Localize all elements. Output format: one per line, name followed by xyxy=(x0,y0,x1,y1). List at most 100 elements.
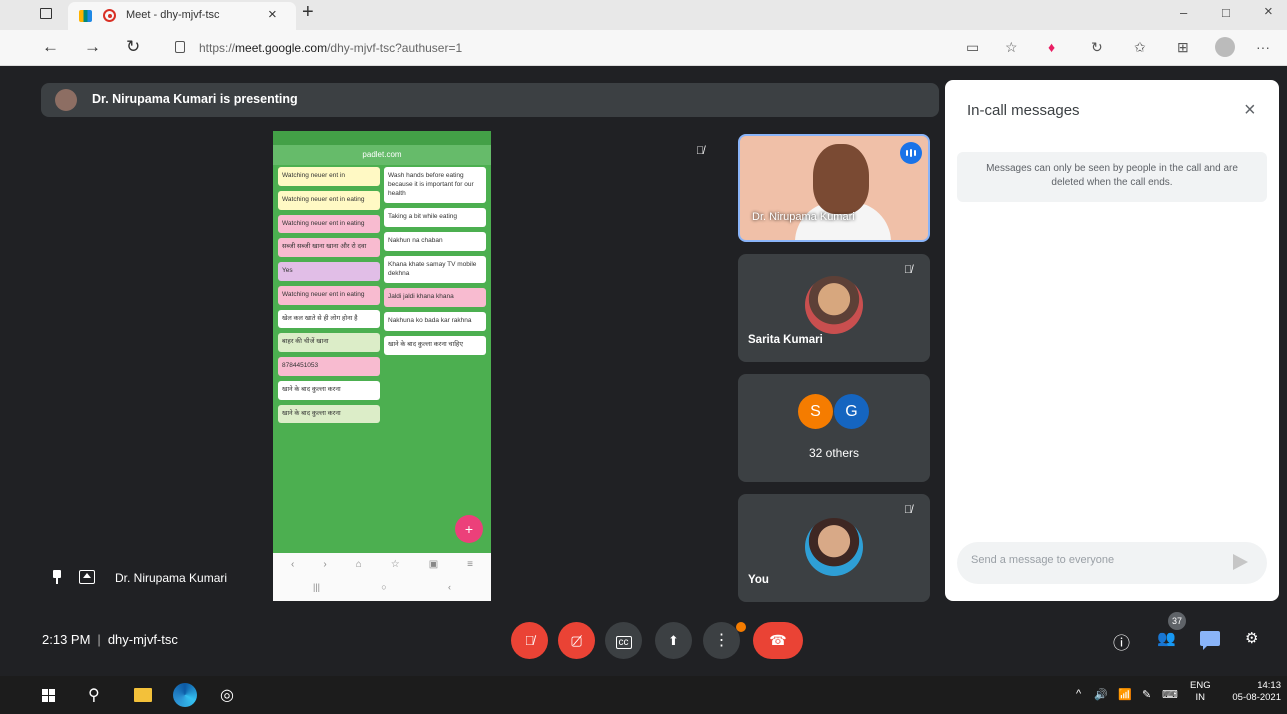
avatar xyxy=(805,518,863,576)
phone-status-bar xyxy=(273,131,491,145)
volume-icon[interactable]: 🔊 xyxy=(1094,688,1108,701)
back-button[interactable]: ← xyxy=(42,37,59,57)
file-explorer-icon[interactable] xyxy=(134,688,152,702)
notification-dot xyxy=(736,622,746,632)
meeting-code: dhy-mjvf-tsc xyxy=(107,632,178,647)
padlet-card: Khana khate samay TV mobile dekhna xyxy=(384,255,486,284)
profile-avatar[interactable] xyxy=(1215,37,1235,57)
shared-screen: padlet.com Watching neuer ent in Watching… xyxy=(273,131,491,601)
refresh-extension-icon[interactable]: ↻ xyxy=(1091,39,1103,56)
phone-forward-icon: › xyxy=(323,559,327,570)
captions-button[interactable]: cc xyxy=(605,622,642,659)
network-icon[interactable]: 📶 xyxy=(1118,688,1132,701)
padlet-column-1: Watching neuer ent in Watching neuer ent … xyxy=(278,167,380,428)
extension-icon[interactable]: ♦ xyxy=(1048,39,1055,55)
participant-tile-sarita[interactable]: 🎙̸ Sarita Kumari xyxy=(738,254,930,362)
phone-back-nav-icon: ‹ xyxy=(447,582,451,592)
avatar: G xyxy=(834,394,869,429)
message-input[interactable] xyxy=(971,554,1211,566)
windows-start-icon[interactable] xyxy=(42,689,55,702)
forward-button[interactable]: → xyxy=(84,37,101,57)
tray-chevron-icon[interactable]: ^ xyxy=(1076,688,1081,700)
tab-meet[interactable]: Meet - dhy-mjvf-tsc × xyxy=(68,2,296,30)
close-panel-button[interactable]: × xyxy=(1244,99,1256,122)
padlet-card: खाने के बाद कुल्ला करना चाहिए xyxy=(384,335,486,355)
windows-taskbar: ⚲ ◎ ^ 🔊 📶 ✎ ⌨ ENG IN 14:13 05-08-2021 xyxy=(0,676,1287,714)
avatar xyxy=(805,276,863,334)
favorites-icon[interactable]: ✩ xyxy=(1134,39,1146,56)
padlet-column-2: Wash hands before eating because it is i… xyxy=(384,167,486,360)
present-icon xyxy=(79,570,95,584)
participant-tile-self[interactable]: 🎙̸ You xyxy=(738,494,930,602)
reader-view-icon[interactable]: ▭ xyxy=(966,39,979,56)
leave-call-button[interactable]: ☎ xyxy=(753,622,803,659)
chat-button[interactable] xyxy=(1200,631,1220,650)
camera-toggle-button[interactable]: ▢̸ xyxy=(558,622,595,659)
meeting-details: 2:13 PM | dhy-mjvf-tsc xyxy=(42,632,178,647)
tab-actions-icon[interactable] xyxy=(40,8,52,19)
chat-info-text: Messages can only be seen by people in t… xyxy=(957,152,1267,202)
meeting-info-button[interactable]: ⓘ xyxy=(1113,629,1130,654)
new-tab-button[interactable]: + xyxy=(302,1,314,24)
url-field[interactable]: https://meet.google.com/dhy-mjvf-tsc?aut… xyxy=(165,35,955,61)
phone-recents-icon: ||| xyxy=(313,582,321,592)
more-options-button[interactable]: ⋮ xyxy=(703,622,740,659)
mic-toggle-button[interactable]: 🎙̸ xyxy=(511,622,548,659)
mic-off-icon: 🎙̸ xyxy=(696,145,705,157)
edge-browser-icon[interactable] xyxy=(173,683,197,707)
padlet-card: बाहर की चीजें खाना xyxy=(278,333,380,353)
padlet-card: Nakhun na chaban xyxy=(384,232,486,251)
send-icon[interactable] xyxy=(1233,554,1248,570)
keyboard-icon[interactable]: ⌨ xyxy=(1162,688,1178,701)
favorite-icon[interactable]: ☆ xyxy=(1005,39,1018,56)
speaker-face xyxy=(813,144,869,214)
people-button[interactable]: 👥 xyxy=(1157,629,1176,647)
reload-button[interactable]: ↻ xyxy=(126,37,140,57)
more-menu-button[interactable]: ··· xyxy=(1256,39,1270,55)
maximize-button[interactable]: □ xyxy=(1222,5,1230,20)
search-icon[interactable]: ⚲ xyxy=(88,685,100,705)
padlet-card: 8784451053 xyxy=(278,357,380,376)
presenting-banner: Dr. Nirupama Kumari is presenting xyxy=(41,83,939,117)
language-indicator[interactable]: ENG IN xyxy=(1190,680,1211,704)
tab-close-button[interactable]: × xyxy=(268,6,277,23)
padlet-card: Wash hands before eating because it is i… xyxy=(384,167,486,204)
presenting-text: Dr. Nirupama Kumari is presenting xyxy=(92,92,298,106)
padlet-card: खाने के बाद कुल्ला करना xyxy=(278,380,380,400)
shared-url: padlet.com xyxy=(273,145,491,165)
add-post-button: + xyxy=(455,515,483,543)
present-now-button[interactable]: ⬆ xyxy=(655,622,692,659)
close-window-button[interactable]: × xyxy=(1264,3,1273,20)
collections-icon[interactable]: ⊞ xyxy=(1177,39,1189,56)
camera-off-icon: ▢̸ xyxy=(570,633,583,648)
speaking-indicator-icon xyxy=(900,142,922,164)
phone-tabs-icon: ▣ xyxy=(428,559,439,570)
participant-tile-others[interactable]: S G 32 others xyxy=(738,374,930,482)
minimize-button[interactable]: – xyxy=(1180,5,1187,20)
speaker-name: Dr. Nirupama Kumari xyxy=(752,211,855,223)
padlet-card: Nakhuna ko bada kar rakhna xyxy=(384,312,486,331)
activities-button[interactable]: ⚙ xyxy=(1245,629,1258,647)
padlet-card: Yes xyxy=(278,262,380,281)
tab-title: Meet - dhy-mjvf-tsc xyxy=(126,9,220,21)
padlet-card: Watching neuer ent in xyxy=(278,167,380,186)
recording-icon xyxy=(103,9,116,22)
padlet-card: खेल कल खाते से ही लोग होना है xyxy=(278,309,380,329)
others-count: 32 others xyxy=(808,446,860,460)
more-vert-icon: ⋮ xyxy=(713,632,730,649)
address-bar: ← → ↻ https://meet.google.com/dhy-mjvf-t… xyxy=(0,30,1287,66)
padlet-card: Watching neuer ent in eating xyxy=(278,190,380,210)
panel-title: In-call messages xyxy=(967,102,1080,119)
padlet-card: Jaldi jaldi khana khana xyxy=(384,288,486,308)
padlet-card: Watching neuer ent in eating xyxy=(278,285,380,305)
chrome-app-icon[interactable]: ◎ xyxy=(220,685,234,705)
pin-icon[interactable] xyxy=(52,570,62,584)
pen-icon[interactable]: ✎ xyxy=(1142,688,1151,701)
clock[interactable]: 14:13 05-08-2021 xyxy=(1231,680,1281,704)
padlet-card: Watching neuer ent in eating xyxy=(278,214,380,234)
padlet-card: सब्जी सब्जी खाना खाना और रो दवा xyxy=(278,238,380,258)
participant-tile-speaker[interactable]: Dr. Nirupama Kumari xyxy=(738,134,930,242)
message-input-box xyxy=(957,542,1267,584)
phone-home-icon: ⌂ xyxy=(355,559,362,570)
phone-nav-bar: ‹ › ⌂ ☆ ▣ ≡ ||| ○ ‹ xyxy=(273,553,491,601)
